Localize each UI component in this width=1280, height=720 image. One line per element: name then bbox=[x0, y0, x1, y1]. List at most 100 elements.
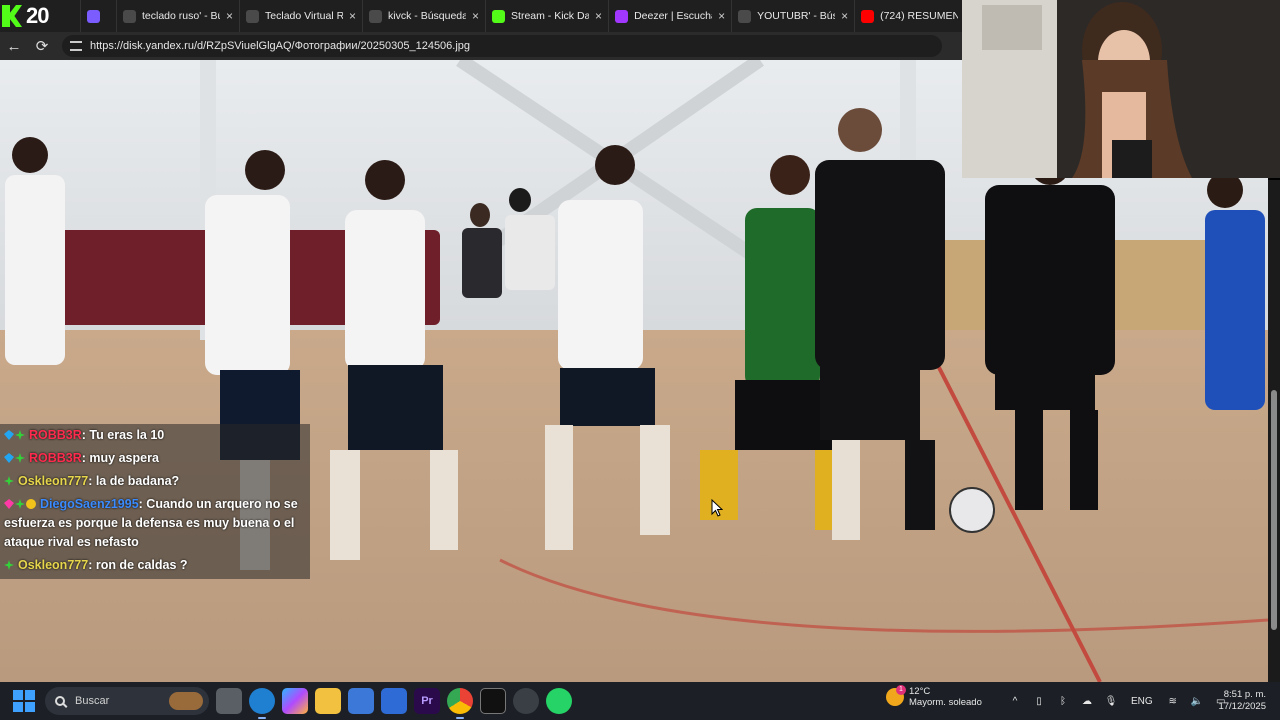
tab-favicon-icon bbox=[738, 9, 752, 23]
edge-browser-icon[interactable] bbox=[249, 688, 275, 719]
star-badge-icon bbox=[4, 476, 14, 486]
copilot-icon[interactable] bbox=[282, 688, 308, 714]
tab-favicon-icon bbox=[492, 9, 506, 23]
tab-close-icon[interactable]: × bbox=[472, 9, 479, 23]
file-explorer-icon[interactable] bbox=[315, 688, 341, 714]
bluetooth-icon[interactable]: ᛒ bbox=[1056, 694, 1070, 708]
tab-favicon-icon bbox=[861, 9, 875, 23]
chat-text: : ron de caldas ? bbox=[88, 558, 188, 572]
browser-tab[interactable] bbox=[80, 0, 116, 32]
back-icon[interactable]: ← bbox=[0, 32, 28, 60]
chat-overlay: ROBB3R: Tu eras la 10 ROBB3R: muy aspera O… bbox=[0, 424, 310, 579]
search-highlight-icon bbox=[169, 692, 203, 710]
obs-icon[interactable] bbox=[513, 688, 539, 714]
chat-username[interactable]: Oskleon777 bbox=[18, 558, 88, 572]
task-view-icon[interactable] bbox=[216, 688, 242, 714]
premiere-pro-icon[interactable]: Pr bbox=[414, 688, 440, 714]
chat-username[interactable]: Oskleon777 bbox=[18, 474, 88, 488]
microphone-icon[interactable]: 🎙 bbox=[1104, 694, 1118, 708]
search-icon bbox=[55, 696, 65, 706]
chat-username[interactable]: DiegoSaenz1995 bbox=[40, 497, 139, 511]
chevron-up-icon[interactable]: ^ bbox=[1008, 694, 1022, 708]
tab-title: kivck - Búsqueda bbox=[388, 10, 467, 22]
chat-message: Oskleon777: la de badana? bbox=[0, 470, 310, 493]
coin-badge-icon bbox=[26, 499, 36, 509]
page-scrollbar[interactable] bbox=[1268, 180, 1280, 682]
tab-title: (724) RESUMEN | bbox=[880, 10, 959, 22]
volume-icon[interactable]: 🔈 bbox=[1190, 694, 1204, 708]
chat-message: DiegoSaenz1995: Cuando un arquero no se … bbox=[0, 493, 310, 554]
taskbar-search[interactable]: Buscar bbox=[45, 687, 209, 715]
gem-badge-icon bbox=[4, 453, 14, 463]
mouse-cursor-icon bbox=[711, 499, 723, 517]
star-badge-icon bbox=[15, 453, 25, 463]
browser-toolbar: ← ⟳ https://disk.yandex.ru/d/RZpSViuelGl… bbox=[0, 32, 962, 60]
browser-tab[interactable]: Stream - Kick Das × bbox=[485, 0, 608, 32]
tab-title: teclado ruso' - Bú bbox=[142, 10, 220, 22]
star-badge-icon bbox=[15, 499, 25, 509]
kick-overlay-badge: 20 bbox=[0, 0, 80, 32]
tab-close-icon[interactable]: × bbox=[226, 9, 233, 23]
tab-favicon-icon bbox=[246, 9, 260, 23]
browser-tab[interactable]: YOUTUBR' - Búsq × bbox=[731, 0, 854, 32]
tab-close-icon[interactable]: × bbox=[841, 9, 848, 23]
weather-temp: 12°C bbox=[909, 686, 931, 697]
tab-title: Teclado Virtual Ru bbox=[265, 10, 344, 22]
chat-message: Oskleon777: ron de caldas ? bbox=[0, 554, 310, 577]
tab-favicon-icon bbox=[123, 9, 136, 23]
capcut-icon[interactable] bbox=[480, 688, 506, 714]
search-placeholder: Buscar bbox=[75, 695, 110, 707]
sun-icon: 1 bbox=[886, 685, 906, 706]
reload-icon[interactable]: ⟳ bbox=[28, 32, 56, 60]
tab-favicon-icon bbox=[615, 9, 629, 23]
chrome-icon[interactable] bbox=[447, 688, 473, 719]
outlook-icon[interactable] bbox=[381, 688, 407, 714]
star-badge-icon bbox=[15, 430, 25, 440]
chat-message: ROBB3R: muy aspera bbox=[0, 447, 310, 470]
system-tray: ^ ▯ ᛒ ☁ 🎙 ENG ≋ 🔈 ▭ bbox=[1003, 682, 1233, 720]
chat-username[interactable]: ROBB3R bbox=[29, 451, 82, 465]
taskbar-clock[interactable]: 8:51 p. m. 17/12/2025 bbox=[1218, 689, 1266, 713]
chat-text: : muy aspera bbox=[81, 451, 159, 465]
tab-close-icon[interactable]: × bbox=[595, 9, 602, 23]
screen: 20 teclado ruso' - Bú × Teclado Virtual Ru… bbox=[0, 0, 1280, 720]
tab-title: YOUTUBR' - Búsq bbox=[757, 10, 836, 22]
onedrive-icon[interactable]: ☁ bbox=[1080, 694, 1094, 708]
webcam-image bbox=[962, 0, 1280, 178]
browser-tab[interactable]: (724) RESUMEN |× bbox=[854, 0, 977, 32]
browser-tab[interactable]: Teclado Virtual Ru × bbox=[239, 0, 362, 32]
site-info-icon[interactable] bbox=[70, 41, 82, 51]
whatsapp-icon[interactable] bbox=[546, 688, 572, 714]
weather-notification-badge: 1 bbox=[896, 685, 906, 695]
weather-widget[interactable]: 1 12°C Mayorm. soleado bbox=[886, 685, 982, 708]
weather-desc: Mayorm. soleado bbox=[909, 697, 982, 708]
clock-time: 8:51 p. m. bbox=[1223, 689, 1266, 700]
address-bar[interactable]: https://disk.yandex.ru/d/RZpSViuelGlgAQ/… bbox=[62, 35, 942, 57]
tab-close-icon[interactable]: × bbox=[349, 9, 356, 23]
chat-text: : Tu eras la 10 bbox=[81, 428, 165, 442]
tab-favicon-icon bbox=[87, 9, 100, 23]
chat-text: : la de badana? bbox=[88, 474, 180, 488]
tab-favicon-icon bbox=[369, 9, 383, 23]
usb-icon[interactable]: ▯ bbox=[1032, 694, 1046, 708]
browser-tab[interactable]: kivck - Búsqueda × bbox=[362, 0, 485, 32]
tab-close-icon[interactable]: × bbox=[718, 9, 725, 23]
wifi-icon[interactable]: ≋ bbox=[1166, 694, 1180, 708]
gem-badge-icon bbox=[4, 430, 14, 440]
windows-start-icon[interactable] bbox=[13, 690, 35, 712]
chat-username[interactable]: ROBB3R bbox=[29, 428, 82, 442]
kick-counter: 20 bbox=[26, 3, 50, 28]
microsoft-store-icon[interactable] bbox=[348, 688, 374, 714]
scrollbar-thumb[interactable] bbox=[1271, 390, 1277, 630]
chat-message: ROBB3R: Tu eras la 10 bbox=[0, 424, 310, 447]
gem-pink-badge-icon bbox=[4, 499, 14, 509]
language-indicator[interactable]: ENG bbox=[1131, 694, 1153, 708]
browser-tab[interactable]: Deezer | Escucha × bbox=[608, 0, 731, 32]
browser-tab[interactable]: teclado ruso' - Bú × bbox=[116, 0, 239, 32]
tab-title: Stream - Kick Das bbox=[511, 10, 590, 22]
kick-logo-icon bbox=[2, 5, 22, 27]
clock-date: 17/12/2025 bbox=[1218, 701, 1266, 712]
star-badge-icon bbox=[4, 560, 14, 570]
webcam-overlay bbox=[962, 0, 1280, 178]
url-text: https://disk.yandex.ru/d/RZpSViuelGlgAQ/… bbox=[90, 40, 471, 52]
